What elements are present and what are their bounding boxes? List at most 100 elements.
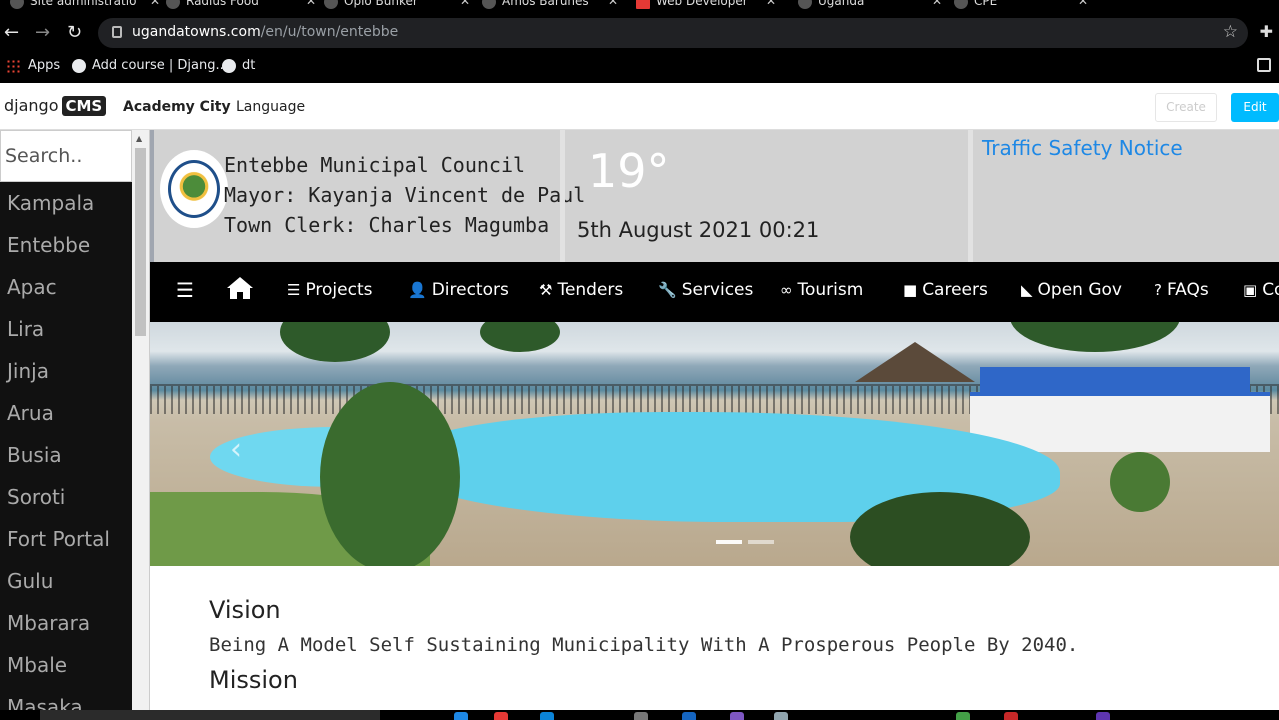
globe-icon: [222, 58, 236, 73]
browser-tab[interactable]: Amos Barunes ✕: [482, 0, 618, 14]
tab-close-icon[interactable]: ✕: [932, 0, 942, 8]
address-bar[interactable]: ugandatowns.com/en/u/town/entebbe ☆: [98, 18, 1248, 48]
tab-favicon-icon: [798, 0, 812, 9]
rss-icon: ◣: [1021, 281, 1033, 299]
vision-text: Being A Model Self Sustaining Municipali…: [209, 634, 1079, 656]
town-link[interactable]: Gulu: [0, 560, 132, 602]
bookmark-add-course[interactable]: Add course | Djang...: [72, 58, 228, 73]
town-link[interactable]: Entebbe: [0, 224, 132, 266]
town-clerk-name: Town Clerk: Charles Magumba: [224, 213, 550, 237]
taskbar-app-icon[interactable]: [494, 712, 508, 720]
tab-favicon-icon: [954, 0, 968, 9]
nav-open-gov[interactable]: ◣ Open Gov: [1021, 280, 1122, 300]
traffic-notice-link[interactable]: Traffic Safety Notice: [982, 136, 1183, 160]
question-icon: ?: [1154, 281, 1162, 299]
lock-icon: [112, 26, 122, 38]
town-link[interactable]: Jinja: [0, 350, 132, 392]
carousel-prev-arrow-icon[interactable]: ‹: [230, 432, 242, 467]
nav-tourism[interactable]: ∞ Tourism: [780, 280, 863, 300]
reload-icon[interactable]: ↻: [67, 22, 82, 44]
vision-section: Vision Being A Model Self Sustaining Mun…: [209, 596, 1078, 656]
tab-close-icon[interactable]: ✕: [460, 0, 470, 8]
mayor-name: Mayor: Kayanja Vincent de Paul: [224, 183, 586, 207]
taskbar-app-icon[interactable]: [540, 712, 554, 720]
gavel-icon: ⚒: [539, 281, 553, 299]
town-link[interactable]: Mbale: [0, 644, 132, 686]
town-link[interactable]: Fort Portal: [0, 518, 132, 560]
scrollbar-thumb[interactable]: [135, 148, 146, 336]
main-navbar: ☰ ☰ Projects 👤 Directors ⚒ Tenders 🔧 Service…: [150, 262, 1279, 322]
browser-tab[interactable]: Site administratio ✕: [10, 0, 160, 14]
forward-arrow-icon[interactable]: →: [35, 22, 50, 44]
council-header: Entebbe Municipal Council Mayor: Kayanja…: [150, 130, 1279, 262]
taskbar-app-icon[interactable]: [730, 712, 744, 720]
browser-tab[interactable]: Radius Food ✕: [166, 0, 316, 14]
taskbar-app-icon[interactable]: [634, 712, 648, 720]
mission-heading: Mission: [209, 666, 298, 694]
town-link[interactable]: Mbarara: [0, 602, 132, 644]
create-button[interactable]: Create: [1155, 93, 1217, 122]
browser-tab[interactable]: CPE ✕: [954, 0, 1088, 14]
contact-icon: ▣: [1243, 281, 1258, 299]
browser-tab[interactable]: Web Developer ✕: [636, 0, 776, 14]
tab-close-icon[interactable]: ✕: [150, 0, 160, 8]
vision-heading: Vision: [209, 596, 281, 624]
scroll-up-arrow-icon[interactable]: ▲: [136, 134, 142, 143]
tab-close-icon[interactable]: ✕: [1078, 0, 1088, 8]
town-link[interactable]: Kampala: [0, 182, 132, 224]
nav-directors[interactable]: 👤 Directors: [408, 280, 509, 300]
town-link[interactable]: Busia: [0, 434, 132, 476]
taskbar-app-icon[interactable]: [1004, 712, 1018, 720]
nav-tenders[interactable]: ⚒ Tenders: [539, 280, 623, 300]
taskbar-app-icon[interactable]: [454, 712, 468, 720]
tab-close-icon[interactable]: ✕: [766, 0, 776, 8]
reading-list-icon[interactable]: [1257, 58, 1271, 72]
bookmark-star-icon[interactable]: ☆: [1223, 22, 1238, 42]
browser-tab-strip: Site administratio ✕ Radius Food ✕ Opio …: [0, 0, 1279, 14]
django-cms-logo[interactable]: django CMS: [4, 96, 107, 116]
town-link[interactable]: Soroti: [0, 476, 132, 518]
tab-close-icon[interactable]: ✕: [608, 0, 618, 8]
nav-careers[interactable]: ■ Careers: [903, 280, 988, 300]
council-info: Entebbe Municipal Council Mayor: Kayanja…: [224, 150, 585, 240]
taskbar-app-icon[interactable]: [956, 712, 970, 720]
taskbar-app-icon[interactable]: [774, 712, 788, 720]
cms-toolbar: django CMS Academy City Language Create E…: [0, 83, 1279, 130]
taskbar-app-icon[interactable]: [682, 712, 696, 720]
town-search: [0, 130, 132, 182]
taskbar-search[interactable]: [40, 710, 380, 720]
hamburger-menu-icon[interactable]: ☰: [176, 278, 194, 302]
town-link[interactable]: Arua: [0, 392, 132, 434]
town-link[interactable]: Apac: [0, 266, 132, 308]
bookmarks-bar: Apps Add course | Djang... dt: [0, 52, 1279, 83]
sidebar-scrollbar[interactable]: ▲: [132, 130, 150, 710]
tab-close-icon[interactable]: ✕: [306, 0, 316, 8]
bookmark-apps[interactable]: Apps: [6, 58, 60, 73]
back-arrow-icon[interactable]: ←: [4, 22, 19, 44]
cms-menu-site[interactable]: Academy City: [123, 99, 231, 115]
url-text[interactable]: ugandatowns.com/en/u/town/entebbe: [132, 24, 398, 40]
tab-favicon-icon: [166, 0, 180, 9]
carousel-indicator[interactable]: [748, 540, 774, 544]
taskbar-app-icon[interactable]: [1096, 712, 1110, 720]
browser-toolbar: ← → ↻ ugandatowns.com/en/u/town/entebbe …: [0, 14, 1279, 52]
bookmark-dt[interactable]: dt: [222, 58, 255, 73]
carousel-indicator[interactable]: [716, 540, 742, 544]
nav-services[interactable]: 🔧 Services: [658, 280, 753, 300]
briefcase-icon: ■: [903, 281, 918, 299]
cms-menu-language[interactable]: Language: [236, 99, 305, 115]
nav-contact[interactable]: ▣Co: [1243, 280, 1279, 300]
edit-button[interactable]: Edit: [1231, 93, 1279, 122]
town-link[interactable]: Masaka: [0, 686, 132, 710]
nav-faqs[interactable]: ? FAQs: [1154, 280, 1209, 300]
tab-favicon-icon: [10, 0, 24, 9]
browser-tab[interactable]: Opio Bunker ✕: [324, 0, 470, 14]
home-icon[interactable]: [226, 276, 254, 300]
town-search-input[interactable]: [1, 131, 131, 181]
apps-grid-icon: [6, 58, 20, 73]
nav-projects[interactable]: ☰ Projects: [287, 280, 372, 300]
hero-carousel-image[interactable]: ‹: [150, 322, 1279, 566]
browser-tab[interactable]: Uganda ✕: [798, 0, 942, 14]
town-link[interactable]: Lira: [0, 308, 132, 350]
extensions-puzzle-icon[interactable]: ✚: [1260, 22, 1273, 41]
